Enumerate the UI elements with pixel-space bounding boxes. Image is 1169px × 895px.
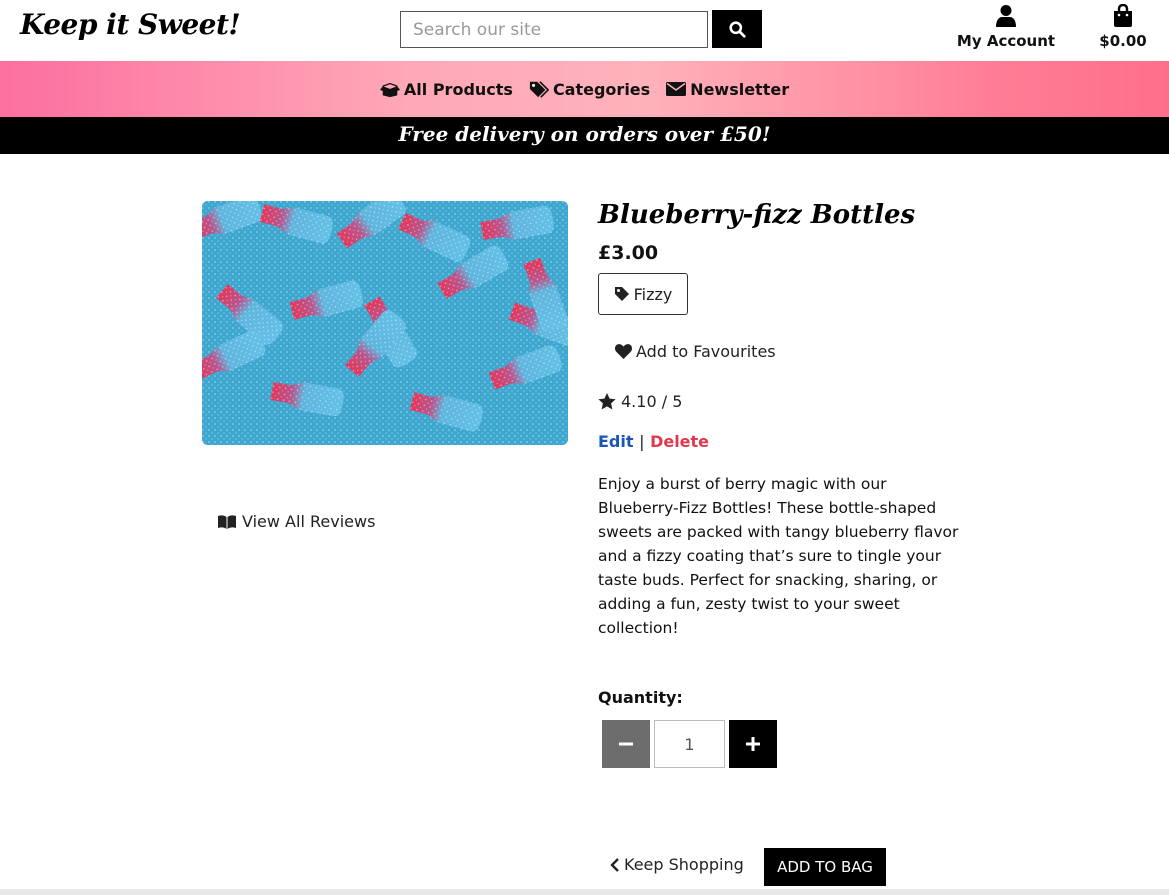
view-all-reviews-label: View All Reviews [242, 512, 376, 531]
search-button[interactable] [712, 10, 762, 48]
site-header: Keep it Sweet! My Account $0.00 [0, 0, 1169, 61]
page-bottom-divider [0, 889, 1169, 895]
bag-total: $0.00 [1099, 32, 1147, 50]
add-to-bag-button[interactable]: ADD TO BAG [764, 848, 886, 886]
book-open-icon [218, 514, 236, 529]
product-image [202, 201, 568, 445]
product-price: £3.00 [598, 242, 659, 264]
chevron-left-icon [610, 857, 619, 872]
nav-newsletter-label: Newsletter [690, 79, 790, 99]
quantity-increase-button[interactable] [729, 720, 777, 768]
box-open-icon [379, 82, 400, 98]
rating-value: 4.10 / 5 [621, 392, 683, 411]
quantity-decrease-button[interactable] [602, 720, 650, 768]
view-all-reviews-link[interactable]: View All Reviews [218, 512, 375, 531]
tags-icon [529, 81, 549, 98]
keep-shopping-label: Keep Shopping [624, 855, 744, 874]
user-icon [996, 5, 1016, 27]
product-description: Enjoy a burst of berry magic with our Bl… [598, 475, 959, 637]
shopping-bag-icon [1114, 4, 1132, 27]
main-nav: All Products Categories Newsletter [0, 61, 1169, 117]
site-logo[interactable]: Keep it Sweet! [20, 8, 241, 41]
admin-separator: | [639, 432, 645, 451]
shopping-bag-link[interactable]: $0.00 [1090, 4, 1156, 50]
nav-newsletter[interactable]: Newsletter [666, 80, 789, 99]
edit-link[interactable]: Edit [598, 432, 634, 451]
add-to-favourites-button[interactable]: Add to Favourites [615, 342, 776, 361]
envelope-icon [666, 82, 687, 96]
nav-categories[interactable]: Categories [529, 80, 650, 99]
delete-link[interactable]: Delete [650, 432, 709, 451]
heart-icon [615, 344, 632, 359]
my-account-link[interactable]: My Account [946, 4, 1066, 50]
star-icon [598, 393, 616, 410]
nav-all-products[interactable]: All Products [379, 79, 513, 99]
product-photo [202, 201, 568, 445]
product-title: Blueberry-fizz Bottles [598, 200, 916, 230]
keep-shopping-link[interactable]: Keep Shopping [610, 855, 744, 874]
nav-categories-label: Categories [552, 79, 651, 99]
search-input[interactable] [400, 11, 708, 48]
tag-label: Fizzy [633, 284, 673, 304]
nav-all-products-label: All Products [403, 79, 513, 99]
tag-icon [614, 287, 629, 301]
admin-actions: Edit | Delete [598, 432, 709, 451]
quantity-input[interactable] [654, 720, 725, 768]
my-account-label: My Account [956, 32, 1056, 50]
free-delivery-banner: Free delivery on orders over £50! [0, 117, 1169, 154]
plus-icon [746, 737, 760, 751]
product-rating: 4.10 / 5 [598, 392, 682, 411]
quantity-label: Quantity: [598, 688, 683, 707]
tag-fizzy-button[interactable]: Fizzy [598, 273, 688, 315]
add-to-favourites-label: Add to Favourites [636, 342, 776, 361]
minus-icon [619, 742, 633, 746]
search-icon [728, 20, 746, 38]
